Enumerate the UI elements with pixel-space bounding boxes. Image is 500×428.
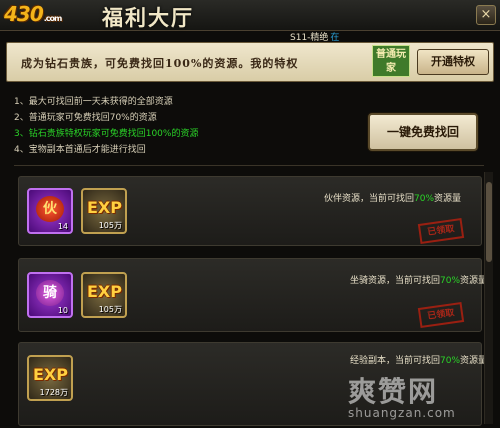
rule-line: 2、普通玩家可免费找回70%的资源 bbox=[14, 113, 157, 123]
resource-suffix: 资源量 bbox=[460, 276, 488, 286]
logo-suffix: .com bbox=[43, 14, 63, 23]
scroll-thumb[interactable] bbox=[486, 182, 492, 262]
exp-icon: EXP bbox=[87, 198, 122, 217]
resource-name: 坐骑资源，当前可找回 bbox=[350, 276, 441, 286]
watermark-sub: shuangzan.com bbox=[348, 406, 456, 420]
divider bbox=[14, 165, 484, 166]
scrollbar[interactable] bbox=[484, 172, 493, 424]
player-level-badge: 普通玩家 bbox=[372, 45, 410, 77]
resource-description: 伙伴资源，当前可找回70%资源量 bbox=[324, 191, 461, 204]
resource-suffix: 资源量 bbox=[460, 356, 488, 366]
rules-list: 1、最大可找回前一天未获得的全部资源 2、普通玩家可免费找回70%的资源 3、钻… bbox=[14, 94, 198, 158]
watermark-main: 爽赞网 bbox=[348, 375, 439, 408]
resource-name: 伙伴资源，当前可找回 bbox=[324, 194, 415, 204]
open-privilege-button[interactable]: 开通特权 bbox=[417, 49, 489, 75]
item-count: 1728万 bbox=[39, 388, 68, 397]
exp-item-slot[interactable]: EXP 105万 bbox=[81, 272, 127, 318]
rule-line: 3、钻石贵族特权玩家可免费找回100%的资源 bbox=[14, 129, 199, 139]
resource-row-mount: 骑 10 EXP 105万 坐骑资源，当前可找回70%资源量 已领取 bbox=[18, 258, 487, 332]
claimed-stamp: 已领取 bbox=[417, 218, 465, 244]
rule-line: 1、最大可找回前一天未获得的全部资源 bbox=[14, 97, 173, 107]
title-bar: 430.com 福利大厅 × bbox=[0, 0, 500, 31]
resource-percent: 70% bbox=[414, 194, 435, 204]
resource-description: 坐骑资源，当前可找回70%资源量 bbox=[350, 273, 487, 286]
exp-item-slot[interactable]: EXP 105万 bbox=[81, 188, 127, 234]
watermark: 爽赞网 shuangzan.com bbox=[348, 370, 456, 420]
mount-item-slot[interactable]: 骑 10 bbox=[27, 272, 73, 318]
rule-line: 4、宝物副本首通后才能进行找回 bbox=[14, 145, 146, 155]
page-title: 福利大厅 bbox=[102, 5, 194, 30]
privilege-banner: 成为钻石贵族，可免费找回100%的资源。我的特权 普通玩家 开通特权 bbox=[6, 42, 494, 82]
resource-percent: 70% bbox=[440, 276, 461, 286]
item-count: 105万 bbox=[98, 221, 122, 230]
resource-row-partner: 伙 14 EXP 105万 伙伴资源，当前可找回70%资源量 已领取 bbox=[18, 176, 482, 246]
item-count: 105万 bbox=[98, 305, 122, 314]
resource-description: 经验副本，当前可找回70%资源量 bbox=[350, 353, 487, 366]
site-logo: 430.com bbox=[4, 2, 74, 28]
partner-emblem-icon: 伙 bbox=[36, 196, 64, 222]
exp-item-slot[interactable]: EXP 1728万 bbox=[27, 355, 73, 401]
resource-suffix: 资源量 bbox=[434, 194, 462, 204]
resource-percent: 70% bbox=[440, 356, 461, 366]
resource-name: 经验副本，当前可找回 bbox=[350, 356, 441, 366]
exp-icon: EXP bbox=[33, 365, 68, 384]
partner-item-slot[interactable]: 伙 14 bbox=[27, 188, 73, 234]
exp-icon: EXP bbox=[87, 282, 122, 301]
banner-text: 成为钻石贵族，可免费找回100%的资源。我的特权 bbox=[21, 57, 299, 70]
one-click-recover-button[interactable]: 一键免费找回 bbox=[368, 113, 478, 151]
logo-text: 430 bbox=[4, 2, 44, 26]
close-button[interactable]: × bbox=[476, 5, 496, 25]
mount-emblem-icon: 骑 bbox=[36, 280, 64, 306]
item-count: 14 bbox=[57, 222, 68, 231]
item-count: 10 bbox=[57, 306, 68, 315]
claimed-stamp: 已领取 bbox=[417, 302, 465, 328]
